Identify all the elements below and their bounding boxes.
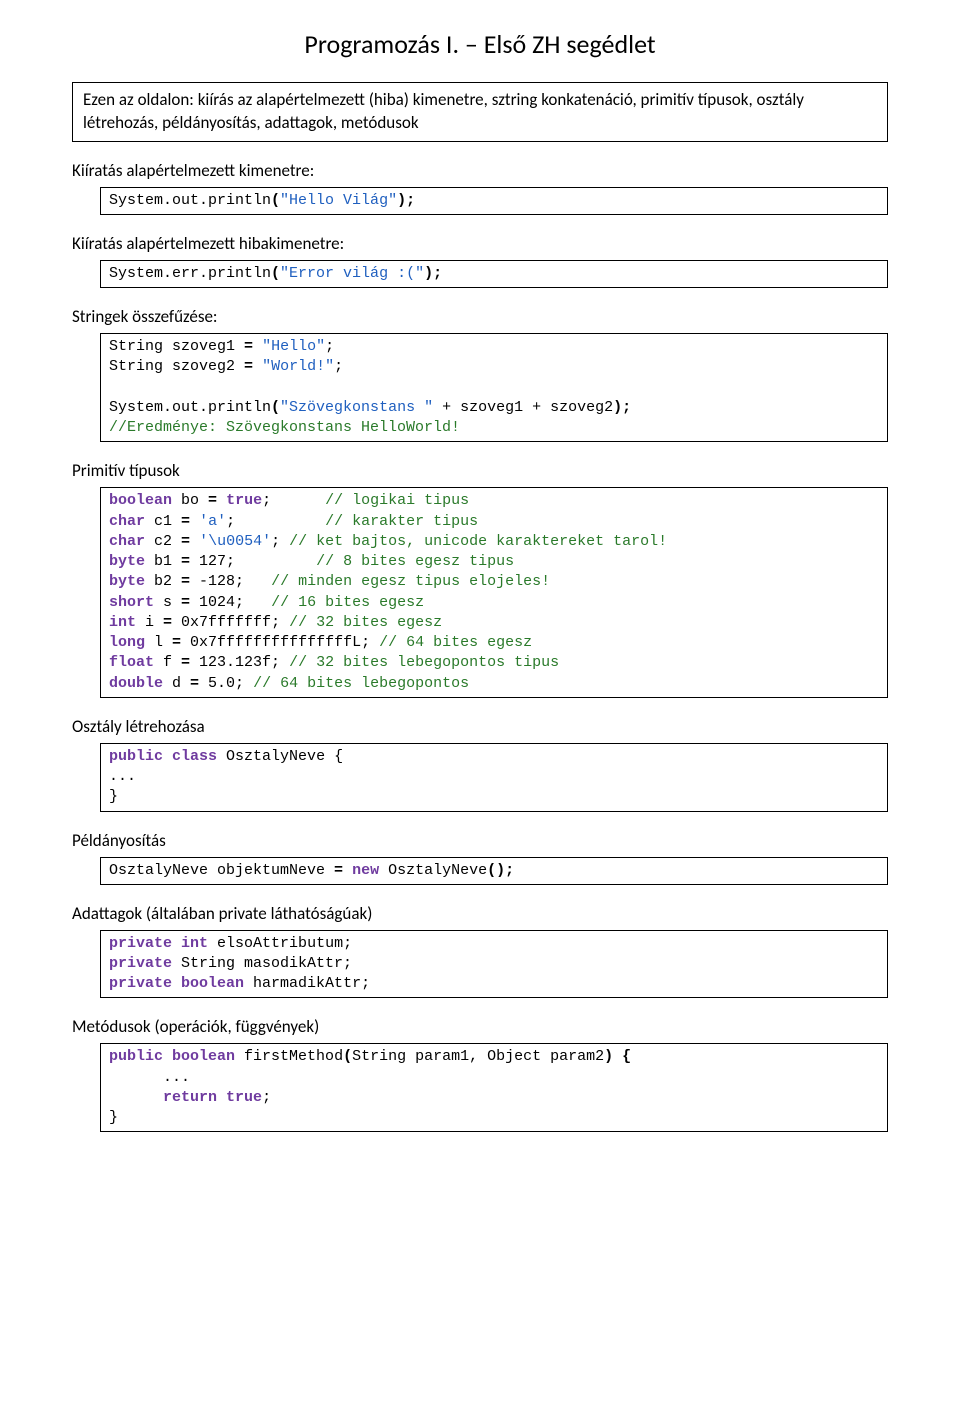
intro-box: Ezen az oldalon: kiírás az alapértelmeze… <box>72 82 888 142</box>
code-out: System.out.println("Hello Világ"); <box>100 187 888 215</box>
section-label-class: Osztály létrehozása <box>72 716 888 739</box>
code-meth: public boolean firstMethod(String param1… <box>100 1043 888 1132</box>
section-label-attr: Adattagok (általában private láthatóságú… <box>72 903 888 926</box>
code-concat: String szoveg1 = "Hello"; String szoveg2… <box>100 333 888 442</box>
code-err: System.err.println("Error világ :("); <box>100 260 888 288</box>
page-title: Programozás I. – Első ZH segédlet <box>72 28 888 60</box>
code-class: public class OsztalyNeve { ... } <box>100 743 888 812</box>
section-label-err: Kiíratás alapértelmezett hibakimenetre: <box>72 233 888 256</box>
section-label-out: Kiíratás alapértelmezett kimenetre: <box>72 160 888 183</box>
section-label-meth: Metódusok (operációk, függvények) <box>72 1016 888 1039</box>
code-attr: private int elsoAttributum; private Stri… <box>100 930 888 999</box>
intro-text: Ezen az oldalon: kiírás az alapértelmeze… <box>83 89 804 133</box>
section-label-concat: Stringek összefűzése: <box>72 306 888 329</box>
section-label-prim: Primitív típusok <box>72 460 888 483</box>
code-prim: boolean bo = true; // logikai tipus char… <box>100 487 888 698</box>
document-page: Programozás I. – Első ZH segédlet Ezen a… <box>0 0 960 1190</box>
section-label-inst: Példányosítás <box>72 830 888 853</box>
code-inst: OsztalyNeve objektumNeve = new OsztalyNe… <box>100 857 888 885</box>
